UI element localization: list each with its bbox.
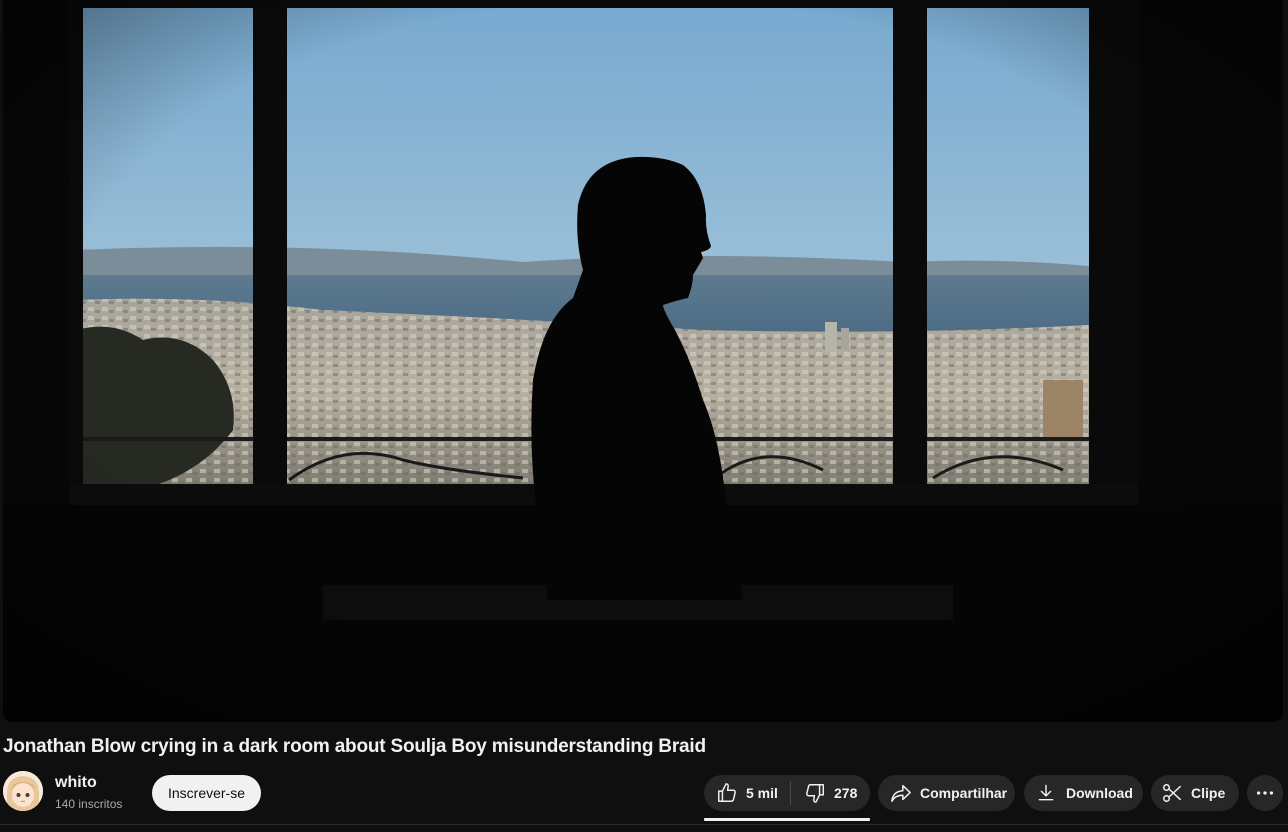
like-ratio-bar xyxy=(704,818,870,821)
thumbs-up-icon xyxy=(716,782,738,804)
dislike-count: 278 xyxy=(834,785,858,801)
like-count: 5 mil xyxy=(746,785,778,801)
subscriber-count: 140 inscritos xyxy=(55,797,123,811)
download-button[interactable]: Download xyxy=(1024,775,1143,811)
clip-label: Clipe xyxy=(1191,785,1226,801)
divider xyxy=(0,824,1288,825)
more-actions-button[interactable] xyxy=(1247,775,1283,811)
share-button[interactable]: Compartilhar xyxy=(878,775,1015,811)
anime-avatar-icon xyxy=(3,771,43,811)
dislike-button[interactable]: 278 xyxy=(791,775,857,811)
like-button[interactable]: 5 mil xyxy=(704,775,790,811)
download-icon xyxy=(1036,783,1056,803)
like-dislike-group: 5 mil 278 xyxy=(704,775,870,811)
share-arrow-icon xyxy=(890,782,912,804)
clip-button[interactable]: Clipe xyxy=(1151,775,1239,811)
subscribe-button[interactable]: Inscrever-se xyxy=(152,775,261,811)
video-frame xyxy=(3,0,1283,722)
share-label: Compartilhar xyxy=(920,785,1008,801)
video-title: Jonathan Blow crying in a dark room abou… xyxy=(3,736,706,757)
download-label: Download xyxy=(1066,785,1133,801)
thumbs-down-icon xyxy=(804,782,826,804)
scissors-icon xyxy=(1161,782,1183,804)
channel-avatar[interactable] xyxy=(3,771,43,811)
channel-name[interactable]: whito xyxy=(55,774,97,792)
video-player[interactable] xyxy=(3,0,1283,722)
more-horizontal-icon xyxy=(1254,782,1276,804)
